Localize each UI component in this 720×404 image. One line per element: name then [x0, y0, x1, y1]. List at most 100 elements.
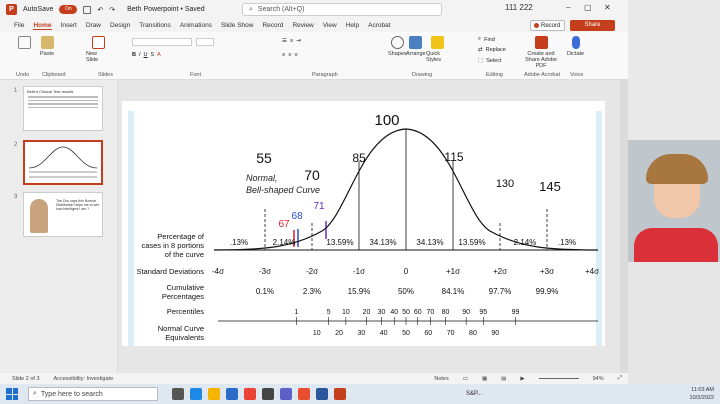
std-dev-tick: -2σ: [306, 267, 318, 276]
tab-record[interactable]: Record: [262, 22, 283, 29]
nce-tick-label: 70: [447, 330, 455, 337]
vertical-scrollbar[interactable]: [620, 80, 628, 373]
taskbar-apps: [172, 388, 346, 400]
editing-group-label: Editing: [486, 72, 503, 78]
shapes-button[interactable]: Shapes: [388, 36, 407, 57]
numbering-icon[interactable]: ≡: [290, 38, 293, 44]
quick-styles-button[interactable]: Quick Styles: [426, 36, 448, 63]
word-icon[interactable]: [316, 388, 328, 400]
voice-group-label: Voice: [570, 72, 584, 78]
stock-widget[interactable]: S&P...: [466, 391, 482, 397]
edge-icon[interactable]: [190, 388, 202, 400]
indent-icon[interactable]: ⇥: [296, 38, 301, 44]
font-color-icon[interactable]: A: [157, 52, 161, 58]
arrange-icon: [409, 36, 423, 49]
font-group-label: Font: [190, 72, 202, 78]
tab-help[interactable]: Help: [346, 22, 359, 29]
thumbnail-bell-curve-icon: [28, 146, 98, 178]
maximize-icon[interactable]: ▢: [584, 3, 592, 12]
zoom-level[interactable]: 94%: [593, 376, 604, 382]
slide-thumbnail-3[interactable]: The Doc says this Normal Distribution he…: [23, 192, 103, 237]
tab-file[interactable]: File: [14, 22, 24, 29]
slide-sorter-icon[interactable]: ▦: [482, 376, 487, 382]
reading-view-icon[interactable]: ▤: [501, 376, 506, 382]
share-button[interactable]: Share: [570, 20, 615, 31]
save-icon[interactable]: [83, 5, 92, 14]
tab-acrobat[interactable]: Acrobat: [368, 22, 390, 29]
font-name-box[interactable]: [132, 38, 192, 46]
align-left-icon[interactable]: ≡: [282, 52, 285, 58]
webcam-hair: [646, 154, 708, 184]
accessibility-status[interactable]: Accessibility: Investigate: [54, 376, 114, 382]
powerpoint-logo-icon: P: [6, 4, 17, 15]
tab-draw[interactable]: Draw: [86, 22, 101, 29]
tab-home[interactable]: Home: [33, 22, 52, 30]
user-initials[interactable]: 111 222: [505, 3, 533, 12]
store-icon[interactable]: [262, 388, 274, 400]
percentile-tick-label: 1: [295, 309, 299, 316]
close-icon[interactable]: ✕: [604, 3, 611, 12]
minimize-icon[interactable]: –: [566, 3, 570, 12]
dictate-button[interactable]: Dictate: [567, 36, 584, 57]
search-icon: ⌕: [33, 390, 37, 397]
undo-button[interactable]: [18, 36, 31, 51]
autosave-toggle[interactable]: On: [59, 5, 78, 14]
nce-tick-label: 30: [357, 330, 365, 337]
percentile-tick-label: 5: [327, 309, 331, 316]
replace-icon: ⇄: [478, 47, 483, 53]
tab-slide-show[interactable]: Slide Show: [221, 22, 254, 29]
clock-date: 10/3/2022: [689, 395, 714, 401]
font-size-box[interactable]: [196, 38, 214, 46]
cumulative-cell: 84.1%: [442, 287, 465, 296]
system-tray-clock[interactable]: 11:03 AM 10/3/2022: [690, 386, 714, 402]
powerpoint-icon[interactable]: [334, 388, 346, 400]
slides-group-label: Slides: [98, 72, 113, 78]
undo-icon[interactable]: ↶: [97, 6, 103, 14]
slideshow-icon[interactable]: ▶: [520, 376, 524, 382]
notes-button[interactable]: Notes: [434, 376, 448, 382]
replace-button[interactable]: ⇄ Replace: [478, 47, 506, 53]
thumbnail-number-3: 3: [14, 194, 18, 200]
strikethrough-icon[interactable]: S: [151, 52, 155, 58]
nce-tick-label: 50: [402, 330, 410, 337]
slide-canvas[interactable]: 100 55 70 85 115 130 145 67 68 71 Normal…: [122, 101, 605, 346]
align-right-icon[interactable]: ≡: [294, 52, 297, 58]
mail-icon[interactable]: [226, 388, 238, 400]
new-slide-button[interactable]: New Slide: [86, 36, 110, 63]
normal-view-icon[interactable]: ▭: [463, 376, 468, 382]
slide-thumbnail-2[interactable]: [23, 140, 103, 185]
tab-design[interactable]: Design: [110, 22, 130, 29]
search-input[interactable]: ⌕ Search (Alt+Q): [242, 3, 442, 16]
create-share-pdf-button[interactable]: Create and Share Adobe PDF: [520, 36, 562, 69]
select-button[interactable]: ⬚ Select: [478, 58, 502, 64]
align-center-icon[interactable]: ≡: [288, 52, 291, 58]
font-format-row: B I U S A: [132, 52, 161, 58]
redo-icon[interactable]: ↷: [109, 6, 115, 14]
tab-insert[interactable]: Insert: [61, 22, 77, 29]
slide-thumbnail-1[interactable]: Beth's Clinical Test results: [23, 86, 103, 131]
bullets-icon[interactable]: ☰: [282, 38, 287, 44]
chrome-icon[interactable]: [244, 388, 256, 400]
fit-slide-icon[interactable]: ⤢: [618, 375, 622, 382]
tab-animations[interactable]: Animations: [180, 22, 212, 29]
windows-start-icon[interactable]: [6, 388, 18, 400]
underline-icon[interactable]: U: [144, 52, 148, 58]
record-button[interactable]: Record: [530, 20, 565, 31]
office-icon[interactable]: [298, 388, 310, 400]
handwritten-70: 70: [304, 167, 320, 183]
task-view-icon[interactable]: [172, 388, 184, 400]
tab-view[interactable]: View: [323, 22, 337, 29]
handwritten-100: 100: [374, 112, 399, 129]
paste-button[interactable]: Paste: [40, 36, 54, 57]
find-button[interactable]: ⌕ Find: [478, 36, 495, 43]
file-explorer-icon[interactable]: [208, 388, 220, 400]
tab-review[interactable]: Review: [292, 22, 313, 29]
arrange-button[interactable]: Arrange: [406, 36, 426, 57]
taskbar-search-input[interactable]: ⌕ Type here to search: [28, 387, 158, 401]
zoom-slider[interactable]: [538, 378, 579, 379]
bold-icon[interactable]: B: [132, 52, 136, 58]
tab-transitions[interactable]: Transitions: [139, 22, 171, 29]
dictate-label: Dictate: [567, 51, 585, 57]
italic-icon[interactable]: I: [139, 52, 141, 58]
teams-icon[interactable]: [280, 388, 292, 400]
